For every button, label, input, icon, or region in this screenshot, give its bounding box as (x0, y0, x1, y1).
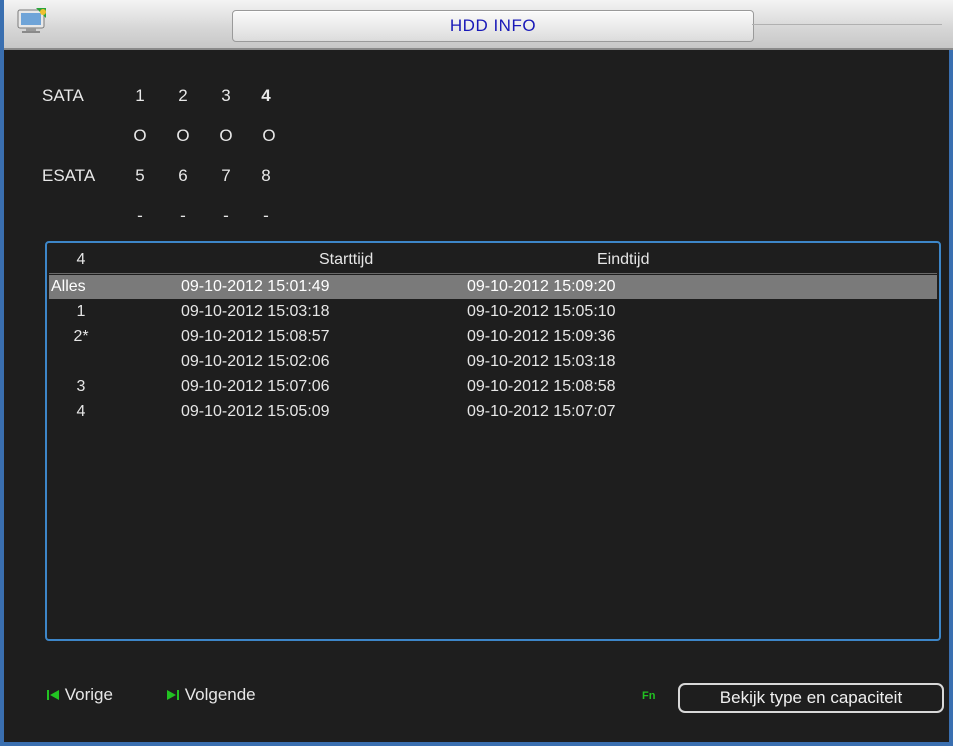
row-start-time: 09-10-2012 15:01:49 (181, 278, 330, 295)
esata-status-6: - (180, 206, 186, 225)
row-end-time: 09-10-2012 15:09:20 (467, 278, 616, 295)
hdd-info-window: HDD INFO SATA 1 2 3 4 O O O O ESATA 5 6 … (0, 0, 953, 746)
view-type-capacity-button[interactable]: Bekijk type en capaciteit (678, 683, 944, 713)
esata-port-7: 7 (221, 166, 231, 185)
esata-label: ESATA (42, 166, 96, 185)
header-index: 4 (76, 251, 86, 268)
list-row[interactable]: 2* 09-10-2012 15:08:57 09-10-2012 15:09:… (49, 325, 937, 349)
esata-row: ESATA 5 6 7 8 (42, 164, 302, 188)
skip-next-icon (166, 685, 185, 704)
sata-status-4: O (262, 126, 276, 145)
sata-status-row: O O O O (42, 124, 302, 148)
row-start-time: 09-10-2012 15:08:57 (181, 328, 330, 345)
window-title: HDD INFO (232, 10, 754, 42)
esata-status-8: - (263, 206, 269, 225)
esata-status-5: - (137, 206, 143, 225)
sata-port-4: 4 (261, 86, 271, 105)
row-start-time: 09-10-2012 15:03:18 (181, 303, 330, 320)
row-end-time: 09-10-2012 15:07:07 (467, 403, 616, 420)
fn-key-hint: Fn (642, 690, 656, 702)
header-start-time: Starttijd (319, 251, 374, 268)
monitor-app-icon (16, 6, 50, 36)
sata-status-2: O (176, 126, 190, 145)
row-start-time: 09-10-2012 15:02:06 (181, 353, 330, 370)
esata-status-7: - (223, 206, 229, 225)
previous-label: Vorige (64, 685, 113, 704)
header-end-time: Eindtijd (597, 251, 650, 268)
row-end-time: 09-10-2012 15:03:18 (467, 353, 616, 370)
row-index: 2* (73, 328, 89, 345)
sata-status-3: O (219, 126, 233, 145)
row-start-time: 09-10-2012 15:07:06 (181, 378, 330, 395)
next-button[interactable]: Volgende (166, 682, 256, 708)
list-row-all[interactable]: Alles 09-10-2012 15:01:49 09-10-2012 15:… (49, 275, 937, 299)
list-row[interactable]: 3 09-10-2012 15:07:06 09-10-2012 15:08:5… (49, 375, 937, 399)
row-start-time: 09-10-2012 15:05:09 (181, 403, 330, 420)
esata-status-row: - - - - (42, 204, 302, 228)
next-label: Volgende (184, 685, 256, 704)
row-index: 4 (76, 403, 86, 420)
row-end-time: 09-10-2012 15:05:10 (467, 303, 616, 320)
sata-port-1: 1 (135, 86, 145, 105)
title-bar: HDD INFO (4, 0, 953, 50)
esata-port-8: 8 (261, 166, 271, 185)
skip-previous-icon (46, 685, 65, 704)
row-index: 3 (76, 378, 86, 395)
list-row[interactable]: 09-10-2012 15:02:06 09-10-2012 15:03:18 (49, 350, 937, 374)
row-index: 1 (76, 303, 86, 320)
sata-port-2: 2 (178, 86, 188, 105)
previous-button[interactable]: Vorige (46, 682, 113, 708)
row-index: Alles (51, 278, 86, 295)
list-header: 4 Starttijd Eindtijd (49, 249, 937, 271)
row-end-time: 09-10-2012 15:09:36 (467, 328, 616, 345)
list-row[interactable]: 1 09-10-2012 15:03:18 09-10-2012 15:05:1… (49, 300, 937, 324)
title-divider (752, 24, 942, 25)
sata-label: SATA (42, 86, 84, 105)
header-divider (49, 273, 937, 274)
sata-port-3: 3 (221, 86, 231, 105)
esata-port-5: 5 (135, 166, 145, 185)
record-time-list[interactable]: 4 Starttijd Eindtijd Alles 09-10-2012 15… (45, 241, 941, 641)
sata-status-1: O (133, 126, 147, 145)
sata-row: SATA 1 2 3 4 (42, 84, 302, 108)
list-row[interactable]: 4 09-10-2012 15:05:09 09-10-2012 15:07:0… (49, 400, 937, 424)
esata-port-6: 6 (178, 166, 188, 185)
row-end-time: 09-10-2012 15:08:58 (467, 378, 616, 395)
